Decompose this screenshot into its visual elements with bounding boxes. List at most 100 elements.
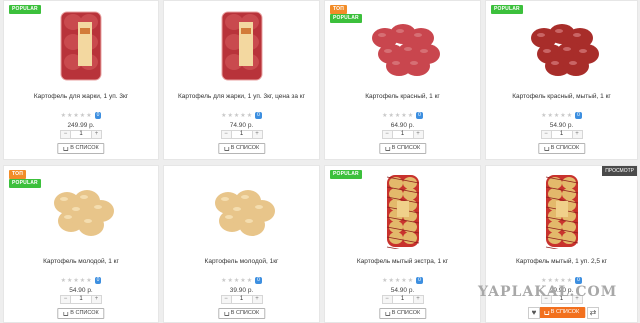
add-to-list-label: В СПИСОК [230, 310, 260, 316]
add-to-list-button[interactable]: В СПИСОК [537, 307, 586, 318]
quantity-input[interactable]: 1 [70, 131, 92, 138]
minus-button[interactable]: − [61, 131, 70, 138]
star-icon: ★ [407, 112, 414, 119]
plus-button[interactable]: + [92, 296, 101, 303]
product-name[interactable]: Картофель для жарки, 1 уп. 3кг, цена за … [168, 93, 315, 100]
add-to-list-button[interactable]: В СПИСОК [378, 308, 427, 319]
quantity-input[interactable]: 1 [70, 296, 92, 303]
star-icon: ★ [566, 277, 573, 284]
rating-count: 0 [255, 277, 262, 284]
add-to-list-label: В СПИСОК [70, 310, 99, 316]
quantity-stepper[interactable]: −1 + [381, 130, 424, 139]
minus-button[interactable]: − [221, 131, 231, 138]
product-image[interactable] [325, 172, 480, 250]
plus-button[interactable]: + [413, 296, 423, 303]
product-image[interactable] [164, 172, 319, 250]
product-card[interactable]: POPULAR Картофель мытый экстра, 1 кг ★ ★ ★ ★ ★… [324, 165, 481, 323]
product-card[interactable]: Картофель молодой, 1кг ★ ★ ★ ★ ★ 0 39.90 р. −1 + В… [163, 165, 320, 323]
plus-button[interactable]: + [252, 131, 262, 138]
add-to-list-button[interactable]: В СПИСОК [537, 143, 586, 154]
plus-button[interactable]: + [252, 296, 262, 303]
add-to-list-button[interactable]: В СПИСОК [57, 143, 105, 154]
star-icon: ★ [227, 277, 233, 284]
product-name[interactable]: Картофель красный, 1 кг [329, 93, 476, 100]
rating-count: 0 [94, 112, 102, 119]
rating-count: 0 [416, 112, 423, 119]
rating-count: 0 [575, 277, 582, 284]
compare-icon[interactable]: ⇄ [587, 307, 599, 319]
product-image[interactable] [486, 7, 637, 85]
add-to-list-button[interactable]: В СПИСОК [57, 308, 105, 319]
quantity-stepper[interactable]: −1 + [220, 130, 263, 139]
product-card[interactable]: Картофель для жарки, 1 уп. 3кг, цена за … [163, 0, 320, 160]
product-name[interactable]: Картофель красный, мытый, 1 кг [490, 93, 633, 100]
minus-button[interactable]: − [382, 296, 392, 303]
add-to-list-label: В СПИСОК [391, 310, 421, 316]
product-image[interactable] [486, 172, 637, 250]
quantity-stepper[interactable]: −1 + [60, 295, 102, 304]
star-icon: ★ [246, 112, 253, 119]
quantity-input[interactable]: 1 [391, 131, 414, 138]
plus-button[interactable]: + [572, 131, 582, 138]
quantity-stepper[interactable]: −1 + [60, 130, 102, 139]
product-card[interactable]: ТОП POPULAR Картофель красный, 1 кг ★ ★ ★ ★ ★ 0 6… [324, 0, 481, 160]
product-card[interactable]: ТОП POPULAR Картофель молодой, 1 кг ★ ★ ★ ★ ★ 0 5… [3, 165, 159, 323]
rating-stars: ★ ★ ★ ★ ★ 0 [325, 277, 480, 284]
minus-button[interactable]: − [541, 131, 551, 138]
add-to-list-label: В СПИСОК [550, 309, 580, 315]
cart-icon [384, 146, 390, 151]
star-icon: ★ [67, 277, 73, 284]
product-image[interactable] [4, 172, 158, 250]
quantity-stepper[interactable]: −1 + [540, 130, 583, 139]
plus-button[interactable]: + [92, 131, 101, 138]
star-icon: ★ [73, 112, 79, 119]
product-image[interactable] [164, 7, 319, 85]
product-grid: POPULAR Картофель для жарки, 1 уп. 3кг ★ ★ ★… [0, 0, 640, 323]
star-icon: ★ [553, 112, 560, 119]
product-name[interactable]: Картофель мытый экстра, 1 кг [329, 258, 476, 265]
product-price: 39.90 р. [229, 287, 254, 294]
product-image[interactable] [325, 7, 480, 85]
star-icon: ★ [73, 277, 79, 284]
quantity-input[interactable]: 1 [550, 131, 573, 138]
star-icon: ★ [86, 112, 92, 119]
product-image[interactable] [4, 7, 158, 85]
quick-view-button[interactable]: ПРОСМОТР [602, 166, 637, 176]
product-name[interactable]: Картофель молодой, 1 кг [8, 258, 154, 265]
rating-stars: ★ ★ ★ ★ ★ 0 [164, 277, 319, 284]
quantity-input[interactable]: 1 [230, 131, 253, 138]
star-icon: ★ [233, 277, 240, 284]
quantity-stepper[interactable]: −1 + [220, 295, 263, 304]
add-to-list-button[interactable]: В СПИСОК [217, 143, 266, 154]
rating-stars: ★ ★ ★ ★ ★ 0 [4, 277, 158, 284]
add-to-list-button[interactable]: В СПИСОК [378, 143, 427, 154]
rating-stars: ★ ★ ★ ★ ★ 0 [486, 277, 637, 284]
product-name[interactable]: Картофель для жарки, 1 уп. 3кг [8, 93, 154, 100]
quantity-input[interactable]: 1 [230, 296, 253, 303]
product-name[interactable]: Картофель молодой, 1кг [168, 258, 315, 265]
star-icon: ★ [388, 277, 394, 284]
add-to-list-button[interactable]: В СПИСОК [217, 308, 266, 319]
minus-button[interactable]: − [221, 296, 231, 303]
product-card[interactable]: POPULAR Картофель красный, мытый, 1 кг ★ ★ ★… [485, 0, 638, 160]
minus-button[interactable]: − [61, 296, 70, 303]
star-icon: ★ [221, 277, 227, 284]
add-to-list-label: В СПИСОК [70, 145, 99, 151]
quantity-input[interactable]: 1 [391, 296, 414, 303]
plus-button[interactable]: + [413, 131, 423, 138]
star-icon: ★ [394, 277, 401, 284]
minus-button[interactable]: − [382, 131, 392, 138]
star-icon: ★ [407, 277, 414, 284]
star-icon: ★ [541, 277, 547, 284]
product-price: 74.90 р. [229, 122, 254, 129]
star-icon: ★ [394, 112, 401, 119]
heart-icon[interactable]: ♥ [528, 307, 540, 319]
star-icon: ★ [566, 112, 573, 119]
product-card[interactable]: POPULAR Картофель для жарки, 1 уп. 3кг ★ ★ ★… [3, 0, 159, 160]
quantity-stepper[interactable]: −1 + [381, 295, 424, 304]
star-icon: ★ [553, 277, 560, 284]
star-icon: ★ [382, 277, 388, 284]
product-name[interactable]: Картофель мытый, 1 уп. 2,5 кг [490, 258, 633, 265]
star-icon: ★ [227, 112, 233, 119]
star-icon: ★ [560, 112, 566, 119]
